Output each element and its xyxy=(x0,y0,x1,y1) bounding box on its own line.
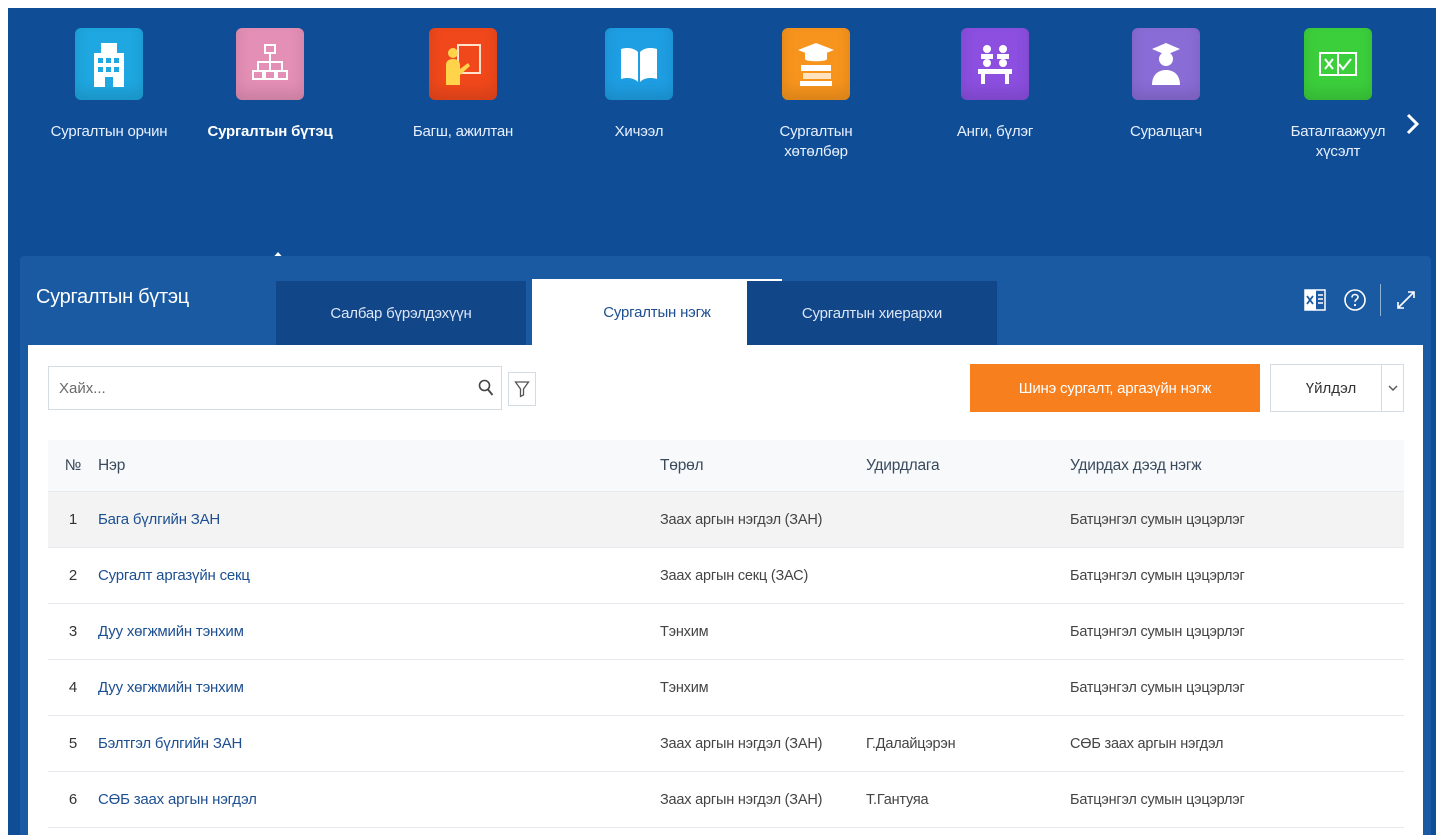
tab-learning-hierarchy[interactable]: Сургалтын хиерархи xyxy=(747,281,997,345)
module-class-groups[interactable]: Анги, бүлэг xyxy=(920,28,1070,142)
table-row[interactable]: 3 Дуу хөгжмийн тэнхим Тэнхим Батцэнгэл с… xyxy=(48,604,1404,660)
column-header-number: № xyxy=(64,456,82,474)
row-number: 4 xyxy=(68,679,78,696)
divider xyxy=(1380,284,1381,316)
row-type: Заах аргын секц (ЗАС) xyxy=(660,567,809,584)
chevron-down-icon xyxy=(1381,365,1403,411)
student-icon xyxy=(1132,28,1200,100)
module-bar: Сургалтын орчин Сургалтын бүтэц Багш, аж… xyxy=(8,8,1436,835)
building-icon xyxy=(75,28,143,100)
row-number: 6 xyxy=(68,791,78,808)
module-label: Суралцагч xyxy=(1129,123,1203,140)
row-manager: Т.Гантуяа xyxy=(866,791,929,808)
column-header-type[interactable]: Төрөл xyxy=(660,440,704,491)
module-learning-structure[interactable]: Сургалтын бүтэц xyxy=(195,28,345,142)
chevron-right-icon[interactable] xyxy=(1397,104,1427,144)
row-number: 5 xyxy=(68,735,78,752)
table-row[interactable]: 6 СӨБ заах аргын нэгдэл Заах аргын нэгдэ… xyxy=(48,772,1404,828)
search-box xyxy=(48,366,502,410)
teacher-icon xyxy=(429,28,497,100)
row-name-link[interactable]: Бага бүлгийн ЗАН xyxy=(98,492,220,547)
module-label: Хичээл xyxy=(614,123,664,140)
row-name-link[interactable]: СӨБ заах аргын нэгдэл xyxy=(98,772,257,827)
row-parent-unit: Батцэнгэл сумын цэцэрлэг xyxy=(1070,623,1245,640)
row-type: Заах аргын нэгдэл (ЗАН) xyxy=(660,735,823,752)
tab-branch-composition[interactable]: Салбар бүрэлдэхүүн xyxy=(276,281,526,345)
org-chart-icon xyxy=(236,28,304,100)
module-label: Анги, бүлэг xyxy=(956,123,1034,140)
panel-content: Шинэ сургалт, аргазүйн нэгж Үйлдэл № Нэр… xyxy=(28,345,1423,835)
row-parent-unit: СӨБ заах аргын нэгдэл xyxy=(1070,735,1224,752)
action-dropdown-label: Үйлдэл xyxy=(1305,379,1357,397)
filter-icon[interactable] xyxy=(508,372,536,406)
expand-icon[interactable] xyxy=(1391,285,1421,315)
module-learning-environment[interactable]: Сургалтын орчин xyxy=(34,28,184,142)
search-input[interactable] xyxy=(49,367,471,409)
module-curriculum[interactable]: Сургалтын хөтөлбөр xyxy=(741,28,891,162)
row-manager: Г.Далайцэрэн xyxy=(866,735,956,752)
module-students[interactable]: Суралцагч xyxy=(1091,28,1241,142)
row-parent-unit: Батцэнгэл сумын цэцэрлэг xyxy=(1070,791,1245,808)
table-row[interactable]: 2 Сургалт аргазүйн секц Заах аргын секц … xyxy=(48,548,1404,604)
row-number: 2 xyxy=(68,567,78,584)
row-name-link[interactable]: Дуу хөгжмийн тэнхим xyxy=(98,660,244,715)
row-type: Тэнхим xyxy=(660,623,709,640)
excel-export-icon[interactable] xyxy=(1300,285,1330,315)
column-header-parent-unit[interactable]: Удирдах дээд нэгж xyxy=(1070,440,1202,491)
row-type: Тэнхим xyxy=(660,679,709,696)
column-header-manager[interactable]: Удирдлага xyxy=(866,440,940,491)
search-icon[interactable] xyxy=(471,370,501,406)
module-label: Баталгаажуул хүсэлт xyxy=(1290,123,1386,160)
table-header: № Нэр Төрөл Удирдлага Удирдах дээд нэгж xyxy=(48,440,1404,492)
row-parent-unit: Батцэнгэл сумын цэцэрлэг xyxy=(1070,511,1245,528)
book-icon xyxy=(605,28,673,100)
table-row[interactable]: 4 Дуу хөгжмийн тэнхим Тэнхим Батцэнгэл с… xyxy=(48,660,1404,716)
row-parent-unit: Батцэнгэл сумын цэцэрлэг xyxy=(1070,679,1245,696)
row-name-link[interactable]: Бэлтгэл бүлгийн ЗАН xyxy=(98,716,242,771)
checkbox-icon xyxy=(1304,28,1372,100)
module-approved-requests[interactable]: Баталгаажуул хүсэлт xyxy=(1263,28,1413,162)
learning-units-table: № Нэр Төрөл Удирдлага Удирдах дээд нэгж … xyxy=(48,440,1404,828)
row-type: Заах аргын нэгдэл (ЗАН) xyxy=(660,791,823,808)
row-number: 1 xyxy=(68,511,78,528)
panel-tools xyxy=(1300,284,1421,316)
panel-title: Сургалтын бүтэц xyxy=(36,286,189,308)
module-label: Сургалтын орчин xyxy=(50,123,168,140)
tab-learning-unit[interactable]: Сургалтын нэгж xyxy=(532,279,782,345)
structure-panel: Сургалтын бүтэц Салбар бүрэлдэхүүн Сурга… xyxy=(20,256,1431,835)
module-label: Сургалтын бүтэц xyxy=(207,123,333,140)
module-label: Багш, ажилтан xyxy=(412,123,514,140)
row-name-link[interactable]: Сургалт аргазүйн секц xyxy=(98,548,250,603)
action-dropdown[interactable]: Үйлдэл xyxy=(1270,364,1404,412)
row-name-link[interactable]: Дуу хөгжмийн тэнхим xyxy=(98,604,244,659)
column-header-name[interactable]: Нэр xyxy=(98,440,125,491)
row-type: Заах аргын нэгдэл (ЗАН) xyxy=(660,511,823,528)
table-row[interactable]: 5 Бэлтгэл бүлгийн ЗАН Заах аргын нэгдэл … xyxy=(48,716,1404,772)
module-label: Сургалтын хөтөлбөр xyxy=(779,123,853,160)
module-teachers-staff[interactable]: Багш, ажилтан xyxy=(388,28,538,142)
classroom-icon xyxy=(961,28,1029,100)
books-graduation-icon xyxy=(782,28,850,100)
row-number: 3 xyxy=(68,623,78,640)
row-parent-unit: Батцэнгэл сумын цэцэрлэг xyxy=(1070,567,1245,584)
module-lessons[interactable]: Хичээл xyxy=(564,28,714,142)
table-row[interactable]: 1 Бага бүлгийн ЗАН Заах аргын нэгдэл (ЗА… xyxy=(48,492,1404,548)
add-learning-unit-button[interactable]: Шинэ сургалт, аргазүйн нэгж xyxy=(970,364,1260,412)
help-icon[interactable] xyxy=(1340,285,1370,315)
